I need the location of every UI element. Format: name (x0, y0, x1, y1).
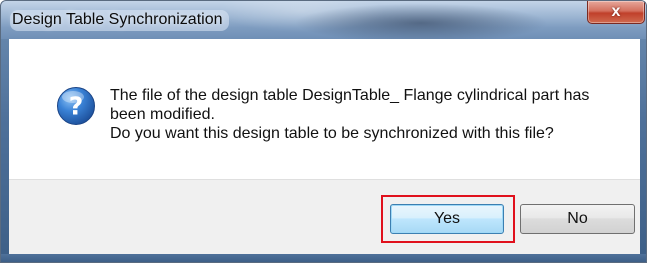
svg-text:?: ? (69, 92, 84, 121)
yes-button[interactable]: Yes (390, 204, 504, 234)
button-bar: Yes No (9, 179, 640, 255)
message-line-3: Do you want this design table to be sync… (110, 125, 554, 142)
window-bottom-border (1, 254, 646, 262)
title-bar[interactable]: Design Table Synchronization x (1, 1, 646, 39)
close-icon: x (611, 3, 621, 20)
close-button[interactable]: x (587, 1, 645, 24)
dialog-message: The file of the design table DesignTable… (110, 86, 630, 143)
message-line-2: been modified. (110, 106, 215, 123)
dialog-content: ? The file of the design table DesignTab… (9, 39, 640, 179)
dialog-window: Design Table Synchronization x ? The fil… (0, 0, 647, 263)
question-icon: ? (57, 87, 95, 125)
dialog-title: Design Table Synchronization (10, 10, 229, 31)
no-button[interactable]: No (520, 204, 635, 234)
message-line-1: The file of the design table DesignTable… (110, 87, 590, 104)
